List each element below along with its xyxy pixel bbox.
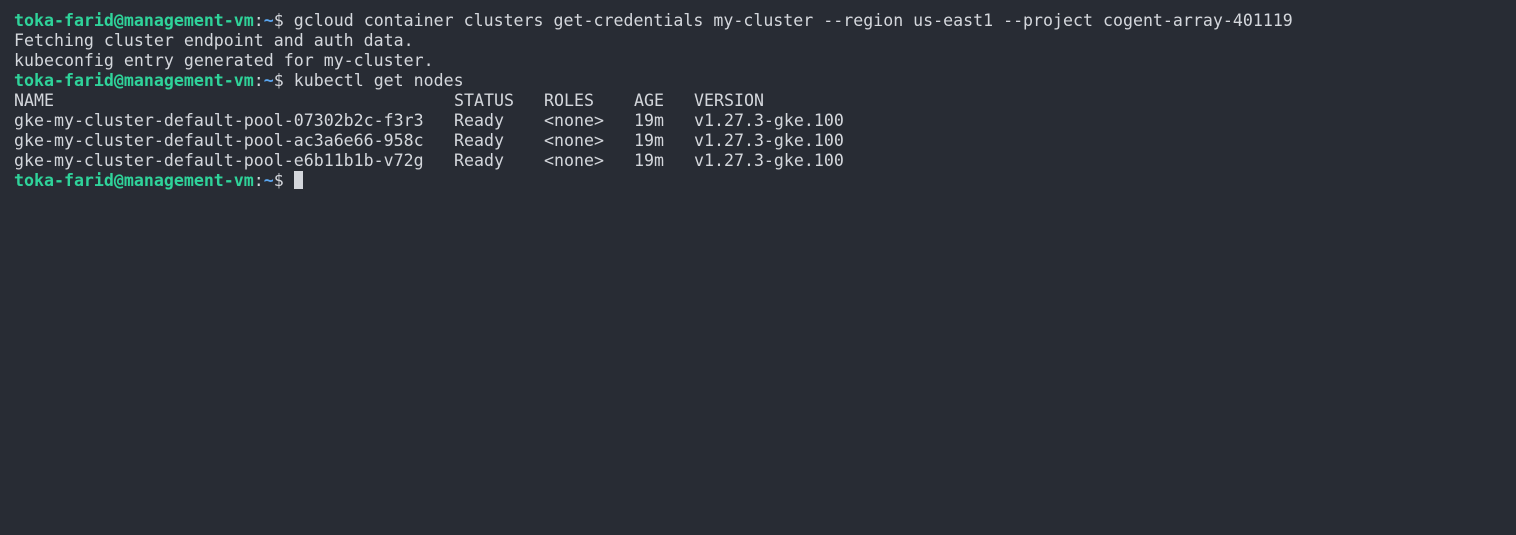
prompt-path: ~ <box>263 11 274 30</box>
node-roles: <none> <box>544 131 604 150</box>
prompt-colon: : <box>253 71 264 90</box>
prompt-user-host: toka-farid@management-vm <box>14 11 254 30</box>
node-name: gke-my-cluster-default-pool-ac3a6e66-958… <box>14 131 424 150</box>
prompt-path: ~ <box>263 71 274 90</box>
column-header-age: AGE <box>634 91 664 110</box>
node-status: Ready <box>454 111 504 130</box>
prompt-line: toka-farid@management-vm:~$ kubectl get … <box>14 71 1516 91</box>
column-header-roles: ROLES <box>544 91 594 110</box>
node-version: v1.27.3-gke.100 <box>694 151 844 170</box>
output-line: Fetching cluster endpoint and auth data. <box>14 31 414 50</box>
column-header-name: NAME <box>14 91 54 110</box>
node-roles: <none> <box>544 111 604 130</box>
prompt-path: ~ <box>263 171 274 190</box>
prompt-symbol: $ <box>273 171 284 190</box>
prompt-colon: : <box>253 171 264 190</box>
node-status: Ready <box>454 131 504 150</box>
column-header-version: VERSION <box>694 91 764 110</box>
node-roles: <none> <box>544 151 604 170</box>
prompt-user-host: toka-farid@management-vm <box>14 171 254 190</box>
node-version: v1.27.3-gke.100 <box>694 111 844 130</box>
table-row: gke-my-cluster-default-pool-e6b11b1b-v72… <box>14 151 1516 171</box>
node-age: 19m <box>634 151 664 170</box>
node-age: 19m <box>634 131 664 150</box>
command-text: kubectl get nodes <box>283 71 464 90</box>
text-cursor[interactable] <box>293 171 303 189</box>
column-header-status: STATUS <box>454 91 514 110</box>
table-row: gke-my-cluster-default-pool-ac3a6e66-958… <box>14 131 1516 151</box>
node-status: Ready <box>454 151 504 170</box>
node-name: gke-my-cluster-default-pool-e6b11b1b-v72… <box>14 151 424 170</box>
prompt-symbol: $ <box>273 71 284 90</box>
node-version: v1.27.3-gke.100 <box>694 131 844 150</box>
prompt-symbol: $ <box>273 11 284 30</box>
prompt-line: toka-farid@management-vm:~$ gcloud conta… <box>14 11 1516 31</box>
prompt-line-active[interactable]: toka-farid@management-vm:~$ <box>14 171 1516 191</box>
output-line: kubeconfig entry generated for my-cluste… <box>14 51 434 70</box>
prompt-colon: : <box>253 11 264 30</box>
command-text: gcloud container clusters get-credential… <box>283 11 1293 30</box>
prompt-user-host: toka-farid@management-vm <box>14 71 254 90</box>
node-age: 19m <box>634 111 664 130</box>
terminal-window[interactable]: toka-farid@management-vm:~$ gcloud conta… <box>0 0 1516 535</box>
node-name: gke-my-cluster-default-pool-07302b2c-f3r… <box>14 111 424 130</box>
table-row: gke-my-cluster-default-pool-07302b2c-f3r… <box>14 111 1516 131</box>
table-header-row: NAME STATUS ROLES AGE VERSION <box>14 91 1516 111</box>
